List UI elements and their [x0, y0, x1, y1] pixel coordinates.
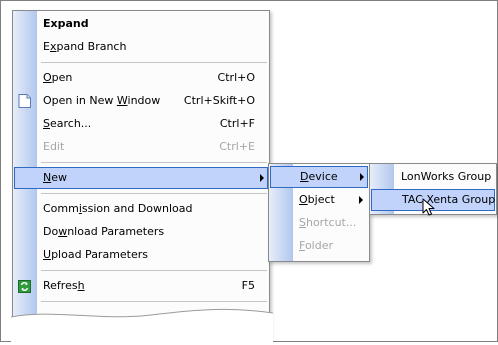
menu-item-open-new-window[interactable]: Open in New Window Ctrl+Skift+O [13, 90, 269, 112]
shortcut-text: Ctrl+Skift+O [183, 94, 255, 107]
menu-separator [41, 270, 267, 271]
menu-item-download-parameters[interactable]: Download Parameters [13, 221, 269, 243]
menu-item-search[interactable]: Search... Ctrl+F [13, 113, 269, 135]
menu-item-refresh[interactable]: Refresh F5 [13, 275, 269, 297]
menu-item-label: Object [299, 193, 335, 206]
submenu-item-shortcut: Shortcut... [269, 212, 369, 234]
refresh-icon [18, 279, 31, 301]
menu-item-label: Expand Branch [43, 40, 127, 53]
torn-edge [11, 308, 273, 345]
menu-item-label: Search... [43, 117, 92, 130]
menu-item-label: Folder [299, 239, 333, 252]
menu-separator [41, 193, 267, 194]
menu-item-open[interactable]: Open Ctrl+O [13, 67, 269, 89]
menu-item-edit: Edit Ctrl+E [13, 136, 269, 158]
new-submenu: Device Object Shortcut... Folder [268, 163, 370, 262]
submenu-item-lonworks-group[interactable]: LonWorks Group [370, 166, 496, 188]
menu-item-label: Commission and Download [43, 202, 193, 215]
menu-item-label: LonWorks Group [401, 170, 492, 183]
menu-item-label: Open in New Window [43, 94, 161, 107]
submenu-item-folder: Folder [269, 235, 369, 257]
mouse-cursor-icon [422, 198, 435, 216]
menu-separator [41, 62, 267, 63]
menu-item-commission-download[interactable]: Commission and Download [13, 198, 269, 220]
menu-item-label: Edit [43, 140, 65, 153]
menu-item-expand[interactable]: Expand [13, 13, 269, 35]
menu-item-label: New [43, 171, 67, 184]
submenu-arrow-icon [360, 173, 364, 181]
submenu-arrow-icon [359, 196, 363, 204]
menu-separator [41, 162, 267, 163]
submenu-item-object[interactable]: Object [269, 189, 369, 211]
menu-item-label: Expand [43, 17, 89, 30]
menu-item-label: Shortcut... [299, 216, 357, 229]
menu-item-label: Device [300, 170, 338, 183]
shortcut-text: Ctrl+O [217, 71, 255, 84]
menu-item-label: Upload Parameters [43, 248, 149, 261]
menu-item-label: Download Parameters [43, 225, 165, 238]
shortcut-text: Ctrl+E [219, 140, 255, 153]
menu-item-upload-parameters[interactable]: Upload Parameters [13, 244, 269, 266]
menu-item-label: Open [43, 71, 73, 84]
submenu-arrow-icon [260, 174, 264, 182]
menu-item-expand-branch[interactable]: Expand Branch [13, 36, 269, 58]
menu-item-label: Refresh [43, 279, 85, 292]
shortcut-text: Ctrl+F [219, 117, 255, 130]
menu-item-label: TAC Xenta Group [402, 193, 496, 206]
shortcut-text: F5 [241, 279, 255, 292]
context-menu: Expand Expand Branch Open Ctrl+O Open in… [11, 10, 273, 345]
submenu-item-device[interactable]: Device [270, 166, 368, 188]
menu-item-new[interactable]: New [14, 167, 268, 189]
